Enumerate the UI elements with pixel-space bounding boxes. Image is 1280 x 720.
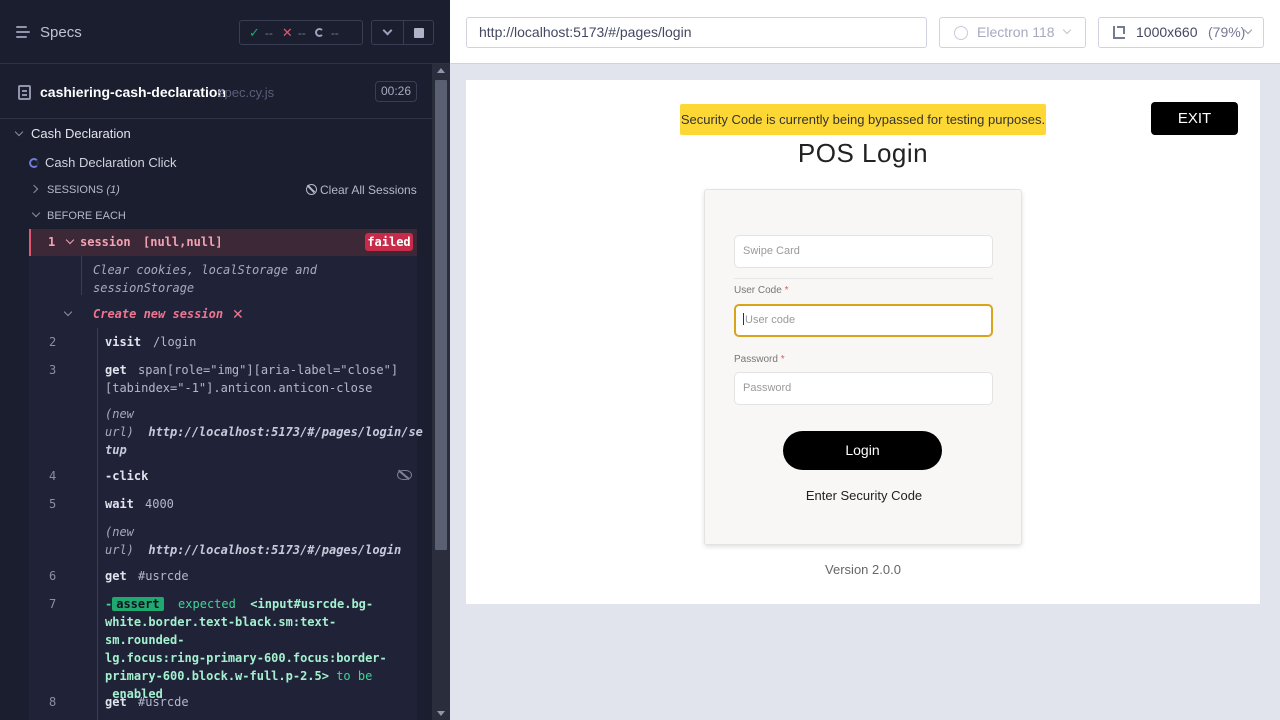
command-name: session	[80, 235, 131, 249]
sessions-toggle[interactable]: SESSIONS (1)	[47, 184, 120, 196]
test-title[interactable]: Cash Declaration Click	[45, 155, 177, 170]
toggle-auto-scroll-button[interactable]	[372, 21, 403, 44]
running-icon	[29, 158, 39, 168]
spec-file-header: cashiering-cash-declaration spec.cy.js 0…	[0, 64, 432, 119]
page-title: POS Login	[797, 138, 929, 168]
browser-selector[interactable]: Electron 118	[939, 17, 1086, 48]
command-args: [null,null]	[143, 235, 223, 249]
command-name[interactable]: wait	[105, 497, 134, 511]
before-each-hook[interactable]: BEFORE EACH	[47, 210, 126, 222]
document-icon	[18, 85, 31, 100]
electron-icon	[954, 26, 968, 40]
assert-badge: assert	[112, 597, 164, 611]
command-message: #usrcde	[138, 695, 189, 709]
app-under-test: Security Code is currently being bypasse…	[466, 80, 1260, 604]
failed-stat: ✕ --	[281, 24, 306, 40]
swipe-card-input[interactable]: Swipe Card	[734, 235, 993, 268]
session-comment: Clear cookies, localStorage and sessionS…	[93, 263, 317, 295]
suite-title[interactable]: Cash Declaration	[31, 126, 131, 141]
stop-button[interactable]	[404, 21, 434, 44]
eye-slash-icon[interactable]	[397, 470, 412, 480]
chevron-down-icon	[382, 25, 393, 36]
command-name[interactable]: -click	[105, 469, 148, 483]
stop-icon	[414, 27, 424, 38]
spec-duration: 00:26	[375, 81, 417, 102]
chevron-down-icon[interactable]	[31, 208, 41, 218]
command-message: [tabindex="-1"].anticon.anticon-close	[105, 381, 373, 395]
cypress-reporter: Specs ✓ -- ✕ -- -- cashiering-cash-declara…	[0, 0, 450, 720]
viewport-selector[interactable]: 1000x660 (79%)	[1098, 17, 1264, 48]
command-message: /login	[153, 335, 197, 349]
ban-icon	[306, 184, 317, 195]
scroll-down-icon[interactable]	[437, 711, 445, 716]
version-text: Version 2.0.0	[825, 562, 901, 577]
command-name[interactable]: get	[105, 363, 127, 377]
command-name[interactable]: visit	[105, 335, 141, 349]
login-card: Swipe Card User Code * User code Passwor…	[704, 189, 1022, 545]
password-input[interactable]: Password	[734, 372, 993, 405]
cross-icon: ✕	[281, 24, 293, 40]
command-name[interactable]: get	[105, 569, 127, 583]
user-code-input[interactable]: User code	[734, 304, 993, 337]
user-code-label: User Code *	[734, 285, 789, 296]
scroll-thumb[interactable]	[435, 80, 447, 550]
clear-all-sessions-button[interactable]: Clear All Sessions	[306, 183, 417, 197]
enter-security-code-link[interactable]: Enter Security Code	[705, 488, 1023, 503]
login-button[interactable]: Login	[783, 431, 942, 470]
chevron-down-icon	[1062, 25, 1072, 35]
failed-x-icon: ✕	[232, 306, 244, 322]
create-session-group[interactable]: Create new session	[93, 307, 223, 321]
command-message: 4000	[145, 497, 174, 511]
passed-stat: ✓ --	[249, 24, 273, 40]
chevron-down-icon[interactable]	[14, 127, 24, 137]
reporter-scrollbar[interactable]	[432, 64, 450, 720]
new-url-event[interactable]: (new url) http://localhost:5173/#/pages/…	[105, 405, 423, 459]
spinner-icon	[314, 28, 324, 37]
status-badge: failed	[365, 233, 413, 251]
new-url-event[interactable]: (new url) http://localhost:5173/#/pages/…	[105, 523, 401, 559]
ruler-icon	[1113, 26, 1125, 39]
pending-stat: --	[314, 26, 339, 40]
command-name[interactable]: get	[105, 695, 127, 709]
scroll-up-icon[interactable]	[437, 68, 445, 73]
exit-button[interactable]: EXIT	[1151, 102, 1238, 135]
command-number: 1	[48, 235, 56, 249]
command-message: #usrcde	[138, 569, 189, 583]
assert-command[interactable]: - assert expected <input#usrcde.bg- white…	[105, 595, 415, 703]
spec-file-extension: spec.cy.js	[218, 85, 275, 100]
command-row-session[interactable]: 1 session [null,null] failed	[29, 229, 417, 256]
menu-icon[interactable]	[16, 26, 31, 39]
browser-toolbar: http://localhost:5173/#/pages/login Elec…	[450, 0, 1280, 64]
test-stats: ✓ -- ✕ -- --	[239, 20, 363, 45]
password-label: Password *	[734, 354, 785, 365]
specs-header: Specs ✓ -- ✕ -- --	[0, 0, 450, 64]
url-bar[interactable]: http://localhost:5173/#/pages/login	[466, 17, 927, 48]
chevron-down-icon[interactable]	[65, 235, 75, 245]
specs-title[interactable]: Specs	[40, 24, 82, 41]
bypass-banner: Security Code is currently being bypasse…	[680, 104, 1046, 135]
app-preview: http://localhost:5173/#/pages/login Elec…	[450, 0, 1280, 720]
command-message: span[role="img"][aria-label="close"]	[138, 363, 399, 377]
check-icon: ✓	[249, 24, 260, 40]
run-controls	[371, 20, 434, 45]
chevron-right-icon[interactable]	[29, 184, 39, 194]
spec-file-name[interactable]: cashiering-cash-declaration	[40, 84, 226, 100]
